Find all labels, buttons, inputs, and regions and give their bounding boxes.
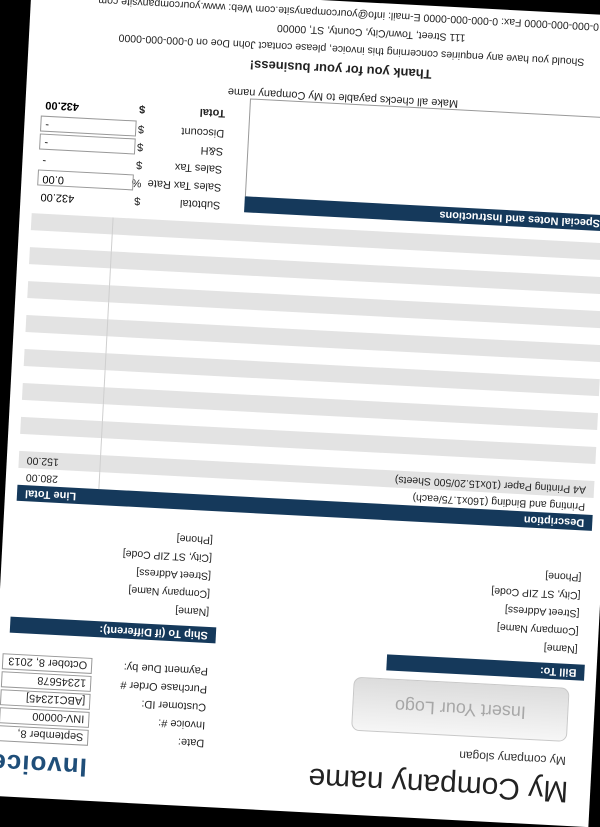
line-total-header: Line Total [24,487,77,502]
date-label: Date: [177,735,205,749]
invoice-number-field[interactable]: INV-00000 [0,707,90,728]
sh-currency: $ [136,140,144,153]
special-notes-section: Special Notes and Instructions [244,98,600,232]
line-items-table: Description Line Total Printing and Bind… [16,213,600,531]
customer-id-field[interactable]: [ABC12345] [0,689,91,710]
special-notes-box[interactable] [244,98,600,216]
total-currency: $ [138,102,146,115]
discount-currency: $ [137,122,145,135]
bill-to-address: [Name] [Company Name] [Street Address] [… [387,559,589,659]
column-divider [111,217,114,235]
payment-due-field[interactable]: October 8, 2013 [1,653,93,674]
bill-to-section: Bill To: [Name] [Company Name] [Street A… [386,559,590,681]
column-divider [109,251,112,269]
invoice-number-label: Invoice #: [157,716,206,731]
invoice-title: Invoice [0,747,88,783]
logo-placeholder-text: Insert Your Logo [394,696,527,724]
bill-to-header: Bill To: [386,654,585,681]
company-name: My Company name [307,761,570,809]
column-divider [100,438,103,456]
column-divider [107,302,110,320]
purchase-order-label: Purchase Order # [120,678,208,695]
sales-tax-rate-label: Sales Tax Rate [147,177,222,194]
company-slogan: My company slogan [458,748,567,768]
total-label: Total [199,105,226,120]
ship-to-header: Ship To (if Different): [9,616,217,644]
payment-due-label: Payment Due by: [123,660,209,678]
invoice-page: My Company name My company slogan Invoic… [0,0,600,827]
subtotal-currency: $ [134,194,141,207]
column-divider [105,336,108,354]
sales-tax-label: Sales Tax [174,160,223,176]
thank-you-message: Thank you for your business! [249,57,432,82]
column-divider [98,472,101,490]
item-line-total: 152.00 [26,454,60,468]
item-line-total: 280.00 [25,471,59,485]
sh-label: S&H [200,143,224,158]
column-divider [101,404,104,422]
column-divider [101,421,103,439]
column-divider [110,234,113,252]
total-value: 432.00 [45,98,80,113]
column-divider [104,353,107,371]
column-divider [109,268,111,286]
discount-label: Discount [181,124,225,140]
ship-to-address: [Name] [Company Name] [Street Address] [… [11,521,221,622]
ship-to-section: Ship To (if Different): [Name] [Company … [9,521,222,644]
logo-placeholder: Insert Your Logo [351,676,570,742]
column-divider [106,319,109,337]
column-divider [103,370,106,388]
customer-id-label: Customer ID: [141,697,207,713]
column-divider [102,387,105,405]
sales-tax-currency: $ [135,158,143,171]
column-divider [108,285,111,303]
date-field[interactable]: September 8, 2013 [0,713,89,746]
column-divider [99,455,102,473]
purchase-order-field[interactable]: 12345678 [0,671,92,692]
subtotal-label: Subtotal [179,196,221,212]
